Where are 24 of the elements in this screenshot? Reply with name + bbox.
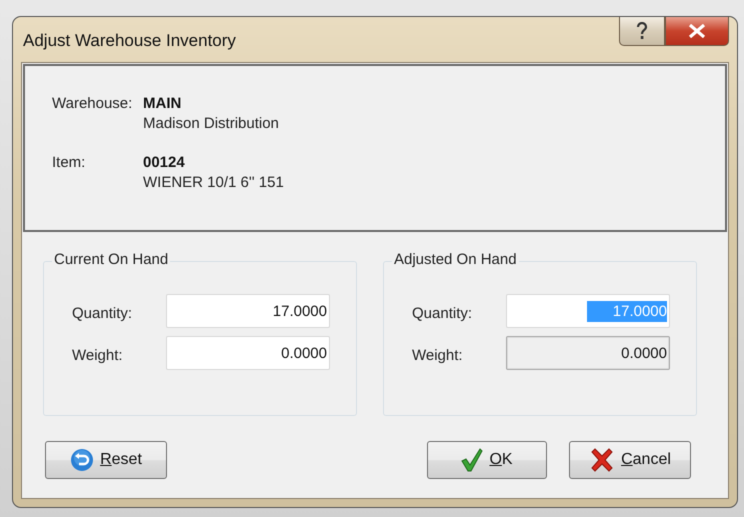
field-label: Quantity: [411, 304, 474, 322]
input-field[interactable]: 17.0000 [166, 294, 330, 328]
ok-button[interactable]: OK [427, 441, 547, 479]
input-field[interactable]: 0.0000 [166, 336, 330, 370]
close-icon [688, 24, 706, 38]
info-label: Item: [52, 153, 86, 173]
field-label: Weight: [411, 346, 464, 364]
field-label: Quantity: [71, 304, 134, 322]
cancel-button[interactable]: Cancel [569, 441, 691, 479]
help-button[interactable] [619, 17, 665, 46]
info-detail: WIENER 10/1 6'' 151 [143, 173, 285, 193]
undo-icon [70, 448, 94, 472]
x-mark-icon [589, 447, 616, 473]
field-label: Weight: [71, 346, 124, 364]
info-value: 00124 [143, 153, 186, 173]
reset-button[interactable]: Reset [45, 441, 167, 479]
info-label: Warehouse: [52, 94, 134, 114]
group-title: Adjusted On Hand [392, 251, 519, 268]
checkmark-icon [461, 448, 484, 472]
close-button[interactable] [665, 17, 729, 46]
question-mark-icon [636, 22, 648, 40]
info-detail: Madison Distribution [143, 114, 280, 134]
window-title: Adjust Warehouse Inventory [23, 31, 236, 51]
info-value: MAIN [143, 94, 182, 114]
